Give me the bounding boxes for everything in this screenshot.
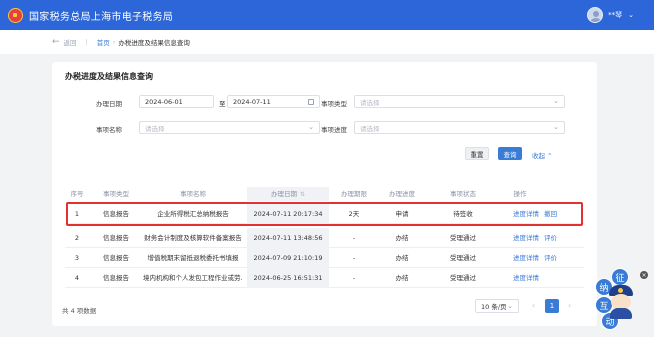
user-menu[interactable]: **琴 ⌄ — [587, 7, 634, 23]
table-row[interactable]: 2 信息报告 财务会计制度及核算软件备案报告 2024-07-11 13:48:… — [65, 228, 584, 248]
cell-name: 境内机构和个人发包工程作业或劳... — [143, 274, 243, 282]
table-header: 序号 事项类型 事项名称 办理日期 ⇅ 办理期限 办理进度 事项状态 操作 — [65, 187, 584, 201]
type-placeholder: 请选择 — [360, 98, 380, 107]
progress-detail-link[interactable]: 进度详情 — [513, 274, 539, 282]
cell-ops: 进度详情 评价 — [513, 228, 573, 248]
col-no: 序号 — [70, 190, 84, 198]
cell-type: 信息报告 — [103, 234, 129, 242]
query-button[interactable]: 查询 — [498, 147, 522, 160]
type-select[interactable]: 请选择 ⌄ — [354, 95, 565, 108]
progress-detail-link[interactable]: 进度详情 — [513, 254, 539, 262]
prev-page-button[interactable]: ‹ — [532, 301, 535, 310]
col-limit: 办理期限 — [341, 190, 367, 198]
cell-date: 2024-07-09 21:10:19 — [247, 248, 329, 268]
col-type: 事项类型 — [103, 190, 129, 198]
user-name[interactable]: **琴 — [608, 10, 622, 20]
site-title[interactable]: 国家税务总局上海市电子税务局 — [29, 8, 173, 23]
cell-limit: - — [352, 274, 356, 282]
arrow-left-icon[interactable]: ← — [52, 37, 60, 47]
cell-progress: 办结 — [395, 254, 409, 262]
query-panel: 办税进度及结果信息查询 办理日期 2024-06-01 至 2024-07-11… — [52, 62, 597, 326]
badge-icon — [618, 288, 623, 293]
mascot-body — [610, 308, 632, 319]
name-label: 事项名称 — [96, 126, 122, 134]
back-label[interactable]: 返回 — [64, 37, 77, 47]
col-status: 事项状态 — [450, 190, 476, 198]
total-count: 共 4 项数据 — [62, 307, 97, 315]
rate-link[interactable]: 评价 — [544, 234, 557, 242]
col-date[interactable]: 办理日期 ⇅ — [247, 187, 329, 201]
progress-placeholder: 请选择 — [360, 124, 380, 133]
name-placeholder: 请选择 — [145, 124, 165, 133]
interactive-assistant[interactable]: 纳 征 互 动 — [595, 268, 647, 330]
back-button[interactable]: ← 返回 — [52, 37, 77, 47]
police-mascot-icon[interactable] — [608, 285, 634, 319]
chevron-down-icon: ⌄ — [553, 123, 559, 131]
page-title: 办税进度及结果信息查询 — [65, 72, 153, 81]
date-label: 办理日期 — [96, 100, 122, 108]
chevron-down-icon[interactable]: ⌄ — [628, 11, 634, 19]
table-row[interactable]: 4 信息报告 境内机构和个人发包工程作业或劳... 2024-06-25 16:… — [65, 268, 584, 288]
cell-type: 信息报告 — [103, 254, 129, 262]
cell-status: 受理通过 — [450, 274, 476, 282]
date-start-value: 2024-06-01 — [145, 97, 183, 106]
breadcrumb-home[interactable]: 首页 — [97, 37, 110, 47]
page-number-current[interactable]: 1 — [545, 299, 559, 313]
cell-date: 2024-07-11 13:48:56 — [247, 228, 329, 248]
date-end-value: 2024-07-11 — [233, 97, 271, 106]
breadcrumb: ← 返回 | 首页 › 办税进度及结果信息查询 — [0, 30, 654, 54]
page-size-select[interactable]: 10 条/页 ⌄ — [475, 299, 519, 313]
date-start-input[interactable]: 2024-06-01 — [139, 95, 214, 108]
cell-limit: - — [352, 254, 356, 262]
cell-progress: 办结 — [395, 234, 409, 242]
cell-status: 受理通过 — [450, 254, 476, 262]
progress-select[interactable]: 请选择 ⌄ — [354, 121, 565, 134]
page-size-value: 10 条/页 — [481, 303, 507, 311]
next-page-button[interactable]: › — [568, 301, 571, 310]
avatar[interactable] — [587, 7, 604, 23]
cell-limit: - — [352, 234, 356, 242]
chevron-down-icon: ⌄ — [553, 97, 559, 105]
cell-name: 财务会计制度及核算软件备案报告 — [144, 234, 242, 242]
cell-ops: 进度详情 — [513, 268, 573, 288]
cell-no: 3 — [74, 254, 80, 262]
progress-detail-link[interactable]: 进度详情 — [513, 234, 539, 242]
cell-progress: 办结 — [395, 274, 409, 282]
cell-type: 信息报告 — [103, 274, 129, 282]
col-date-label: 办理日期 — [270, 190, 297, 198]
table-row[interactable]: 3 信息报告 增值税期末留抵退税委托书填报 2024-07-09 21:10:1… — [65, 248, 584, 268]
rate-link[interactable]: 评价 — [544, 254, 557, 262]
progress-label: 事项进度 — [321, 126, 347, 134]
cell-ops: 进度详情 评价 — [513, 248, 573, 268]
close-icon[interactable]: × — [640, 271, 648, 279]
divider: | — [85, 38, 88, 46]
breadcrumb-current: 办税进度及结果信息查询 — [118, 39, 190, 47]
cell-name: 增值税期末留抵退税委托书填报 — [147, 254, 239, 262]
cell-status: 受理通过 — [450, 234, 476, 242]
date-range-separator: 至 — [219, 100, 226, 108]
bubble-zheng[interactable]: 征 — [611, 268, 629, 286]
top-bar: 国家税务总局上海市电子税务局 **琴 ⌄ — [0, 0, 654, 30]
highlight-box — [66, 202, 583, 226]
chevron-down-icon: ⌄ — [507, 302, 513, 310]
collapse-toggle[interactable]: 收起 ⌃ — [532, 150, 553, 160]
col-progress: 办理进度 — [389, 190, 415, 198]
col-ops: 操作 — [513, 190, 527, 198]
cell-no: 4 — [74, 274, 80, 282]
sort-icon[interactable]: ⇅ — [300, 191, 305, 198]
reset-button[interactable]: 重置 — [465, 147, 489, 160]
col-name: 事项名称 — [180, 190, 206, 198]
chevron-right-icon: › — [112, 38, 116, 46]
cell-date: 2024-06-25 16:51:31 — [247, 268, 329, 288]
tax-emblem-icon — [8, 7, 23, 23]
cell-no: 2 — [74, 234, 80, 242]
type-label: 事项类型 — [321, 100, 347, 108]
